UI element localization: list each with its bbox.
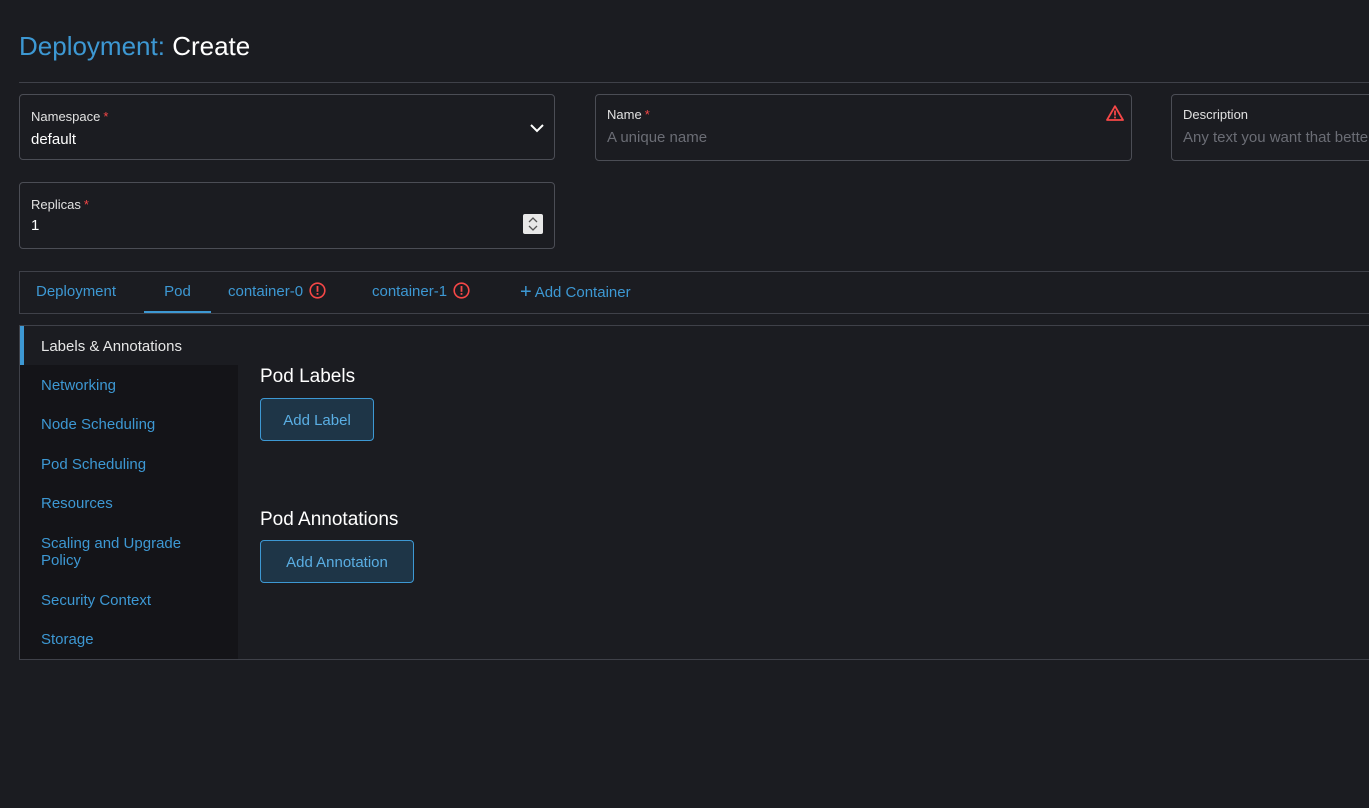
namespace-label: Namespace * (31, 109, 109, 124)
name-input[interactable]: A unique name (607, 129, 707, 146)
add-label-button[interactable]: Add Label (260, 398, 374, 441)
namespace-select[interactable]: Namespace * default (19, 94, 555, 160)
header-divider (19, 82, 1369, 83)
stepper-arrows-icon (528, 217, 538, 231)
plus-icon: + (520, 281, 532, 303)
replicas-field[interactable]: Replicas * 1 (19, 182, 555, 249)
error-icon (309, 282, 326, 299)
sidebar-item-resources[interactable]: Resources (20, 495, 238, 512)
name-label: Name * (607, 107, 650, 122)
sidebar: Labels & Annotations Networking Node Sch… (20, 326, 238, 659)
description-input[interactable]: Any text you want that better describes … (1183, 129, 1369, 146)
title-crumb[interactable]: Deployment: (19, 31, 165, 61)
sidebar-item-labels-annotations[interactable]: Labels & Annotations (20, 326, 238, 365)
add-annotation-button[interactable]: Add Annotation (260, 540, 414, 583)
pod-labels-heading: Pod Labels (260, 366, 356, 387)
warning-icon (1106, 105, 1124, 121)
namespace-value: default (31, 131, 77, 148)
replicas-value: 1 (31, 217, 40, 234)
chevron-down-icon (530, 124, 544, 133)
sidebar-item-pod-scheduling[interactable]: Pod Scheduling (20, 456, 238, 473)
tab-container-0[interactable]: container-0 (228, 272, 326, 313)
sidebar-item-storage[interactable]: Storage (20, 631, 238, 648)
sidebar-item-node-scheduling[interactable]: Node Scheduling (20, 416, 238, 433)
sidebar-item-networking[interactable]: Networking (20, 377, 238, 394)
tab-pod[interactable]: Pod (144, 272, 211, 313)
tab-add-container[interactable]: + Add Container (520, 272, 631, 313)
description-field[interactable]: Description Any text you want that bette… (1171, 94, 1369, 161)
name-field[interactable]: Name * A unique name (595, 94, 1132, 161)
tab-container-1[interactable]: container-1 (372, 272, 470, 313)
sidebar-item-scaling-upgrade-policy[interactable]: Scaling and Upgrade Policy (20, 535, 238, 569)
tab-deployment[interactable]: Deployment (36, 272, 116, 313)
sidebar-item-security-context[interactable]: Security Context (20, 592, 238, 609)
error-icon (453, 282, 470, 299)
description-label: Description (1183, 107, 1249, 122)
title-action: Create (172, 31, 251, 61)
replicas-stepper[interactable] (523, 214, 543, 234)
pod-annotations-heading: Pod Annotations (260, 509, 399, 530)
page-title: Deployment: Create (19, 30, 250, 62)
replicas-label: Replicas * (31, 197, 89, 212)
tab-bar: Deployment Pod container-0 container-1 +… (19, 271, 1369, 314)
tab-panel: Labels & Annotations Networking Node Sch… (19, 325, 1369, 660)
